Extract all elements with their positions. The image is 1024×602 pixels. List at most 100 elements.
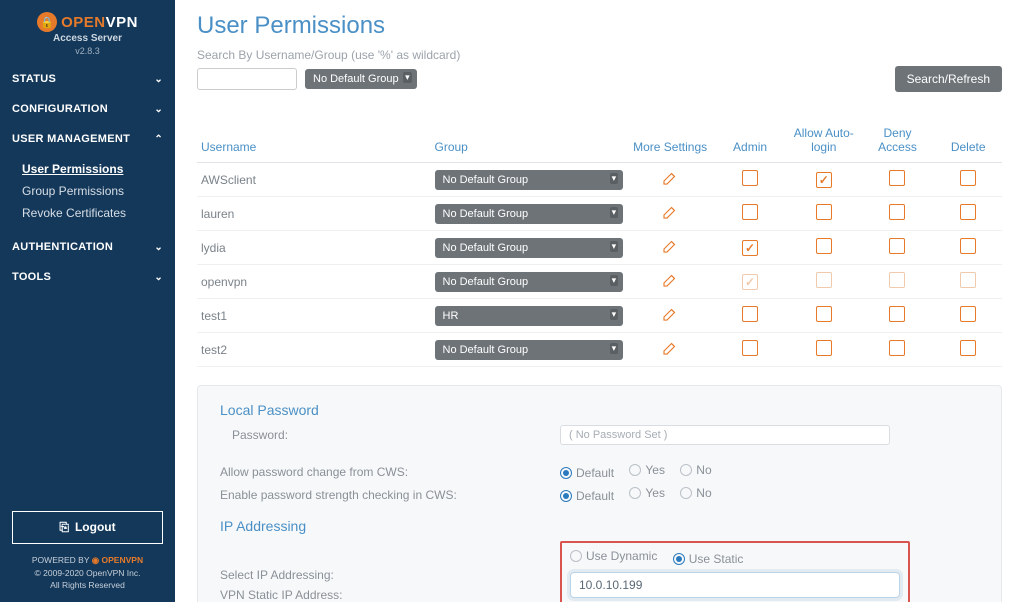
brand-sub: Access Server	[10, 33, 165, 44]
chevron-down-icon: ⌄	[154, 74, 163, 85]
sidebar-footer: POWERED BY ◉ OPENVPN © 2009-2020 OpenVPN…	[0, 554, 175, 602]
vpn-static-label: VPN Static IP Address:	[220, 588, 560, 602]
logout-button[interactable]: ⎘ Logout	[12, 511, 163, 544]
deny-checkbox[interactable]	[889, 238, 905, 254]
delete-checkbox[interactable]	[960, 306, 976, 322]
username-cell: test2	[197, 333, 431, 367]
table-row: openvpnNo Default Group	[197, 265, 1002, 299]
group-select[interactable]: No Default Group	[435, 170, 624, 190]
admin-checkbox	[742, 274, 758, 290]
pw-strength-yes[interactable]: Yes	[629, 486, 665, 500]
table-row: laurenNo Default Group	[197, 197, 1002, 231]
static-ip-input[interactable]	[570, 572, 900, 598]
chevron-down-icon: ⌄	[154, 272, 163, 283]
pw-strength-default[interactable]: Default	[560, 489, 614, 503]
sidebar: 🔒 OPENVPN Access Server v2.8.3 STATUS⌄ C…	[0, 0, 175, 602]
col-group: Group	[431, 120, 628, 163]
group-select[interactable]: HR	[435, 306, 624, 326]
delete-checkbox	[960, 272, 976, 288]
user-details-panel: Local Password Password: ( No Password S…	[197, 385, 1002, 602]
chevron-up-icon: ⌃	[154, 134, 163, 145]
pw-strength-label: Enable password strength checking in CWS…	[220, 488, 560, 502]
username-cell: openvpn	[197, 265, 431, 299]
pw-change-no[interactable]: No	[680, 463, 711, 477]
brand-logo: 🔒 OPENVPN Access Server v2.8.3	[0, 0, 175, 64]
search-label: Search By Username/Group (use '%' as wil…	[197, 48, 1002, 62]
edit-icon[interactable]	[661, 339, 679, 357]
nav-group-permissions[interactable]: Group Permissions	[22, 180, 175, 202]
autologin-checkbox[interactable]	[816, 238, 832, 254]
nav-user-permissions[interactable]: User Permissions	[22, 158, 175, 180]
edit-icon[interactable]	[661, 305, 679, 323]
username-cell: AWSclient	[197, 163, 431, 197]
col-delete: Delete	[934, 120, 1002, 163]
autologin-checkbox[interactable]	[816, 306, 832, 322]
autologin-checkbox[interactable]	[816, 340, 832, 356]
group-select[interactable]: No Default Group	[435, 204, 624, 224]
col-autologin: Allow Auto-login	[787, 120, 861, 163]
edit-icon[interactable]	[661, 237, 679, 255]
edit-icon[interactable]	[661, 169, 679, 187]
table-row: test2No Default Group	[197, 333, 1002, 367]
select-ip-label: Select IP Addressing:	[220, 568, 560, 582]
deny-checkbox[interactable]	[889, 306, 905, 322]
ip-highlight: Use Dynamic Use Static	[560, 541, 910, 602]
table-row: test1HR	[197, 299, 1002, 333]
users-table: Username Group More Settings Admin Allow…	[197, 120, 1002, 367]
local-password-heading: Local Password	[220, 402, 979, 418]
autologin-checkbox	[816, 272, 832, 288]
group-filter-select[interactable]: No Default Group	[305, 69, 417, 89]
ip-addressing-heading: IP Addressing	[220, 518, 979, 534]
nav-authentication[interactable]: AUTHENTICATION⌄	[0, 232, 175, 262]
username-cell: lydia	[197, 231, 431, 265]
col-more: More Settings	[627, 120, 713, 163]
openvpn-icon: 🔒	[37, 12, 57, 32]
delete-checkbox[interactable]	[960, 204, 976, 220]
nav-revoke-certs[interactable]: Revoke Certificates	[22, 202, 175, 224]
brand-version: v2.8.3	[10, 46, 165, 56]
username-cell: test1	[197, 299, 431, 333]
admin-checkbox[interactable]	[742, 240, 758, 256]
logout-icon: ⎘	[59, 520, 69, 535]
chevron-down-icon: ⌄	[154, 104, 163, 115]
nav-user-management[interactable]: USER MANAGEMENT⌃	[0, 124, 175, 154]
col-deny: Deny Access	[861, 120, 935, 163]
nav-user-management-sub: User Permissions Group Permissions Revok…	[0, 154, 175, 232]
search-refresh-button[interactable]: Search/Refresh	[895, 66, 1002, 92]
pw-change-yes[interactable]: Yes	[629, 463, 665, 477]
group-select[interactable]: No Default Group	[435, 238, 624, 258]
table-row: lydiaNo Default Group	[197, 231, 1002, 265]
ip-dynamic-radio[interactable]: Use Dynamic	[570, 549, 657, 563]
nav-tools[interactable]: TOOLS⌄	[0, 262, 175, 292]
nav: STATUS⌄ CONFIGURATION⌄ USER MANAGEMENT⌃ …	[0, 64, 175, 497]
password-label: Password:	[220, 428, 560, 442]
delete-checkbox[interactable]	[960, 170, 976, 186]
nav-configuration[interactable]: CONFIGURATION⌄	[0, 94, 175, 124]
edit-icon[interactable]	[661, 271, 679, 289]
deny-checkbox[interactable]	[889, 340, 905, 356]
admin-checkbox[interactable]	[742, 170, 758, 186]
nav-status[interactable]: STATUS⌄	[0, 64, 175, 94]
search-input[interactable]	[197, 68, 297, 90]
password-field[interactable]: ( No Password Set )	[560, 425, 890, 445]
deny-checkbox[interactable]	[889, 204, 905, 220]
group-select[interactable]: No Default Group	[435, 340, 624, 360]
main-content: User Permissions Search By Username/Grou…	[175, 0, 1024, 602]
table-row: AWSclientNo Default Group	[197, 163, 1002, 197]
pw-strength-no[interactable]: No	[680, 486, 711, 500]
admin-checkbox[interactable]	[742, 306, 758, 322]
autologin-checkbox[interactable]	[816, 204, 832, 220]
edit-icon[interactable]	[661, 203, 679, 221]
ip-static-radio[interactable]: Use Static	[673, 552, 744, 566]
autologin-checkbox[interactable]	[816, 172, 832, 188]
group-select[interactable]: No Default Group	[435, 272, 624, 292]
chevron-down-icon: ⌄	[154, 242, 163, 253]
delete-checkbox[interactable]	[960, 340, 976, 356]
admin-checkbox[interactable]	[742, 340, 758, 356]
pw-change-default[interactable]: Default	[560, 466, 614, 480]
admin-checkbox[interactable]	[742, 204, 758, 220]
delete-checkbox[interactable]	[960, 238, 976, 254]
deny-checkbox[interactable]	[889, 170, 905, 186]
allow-pw-change-label: Allow password change from CWS:	[220, 465, 560, 479]
username-cell: lauren	[197, 197, 431, 231]
